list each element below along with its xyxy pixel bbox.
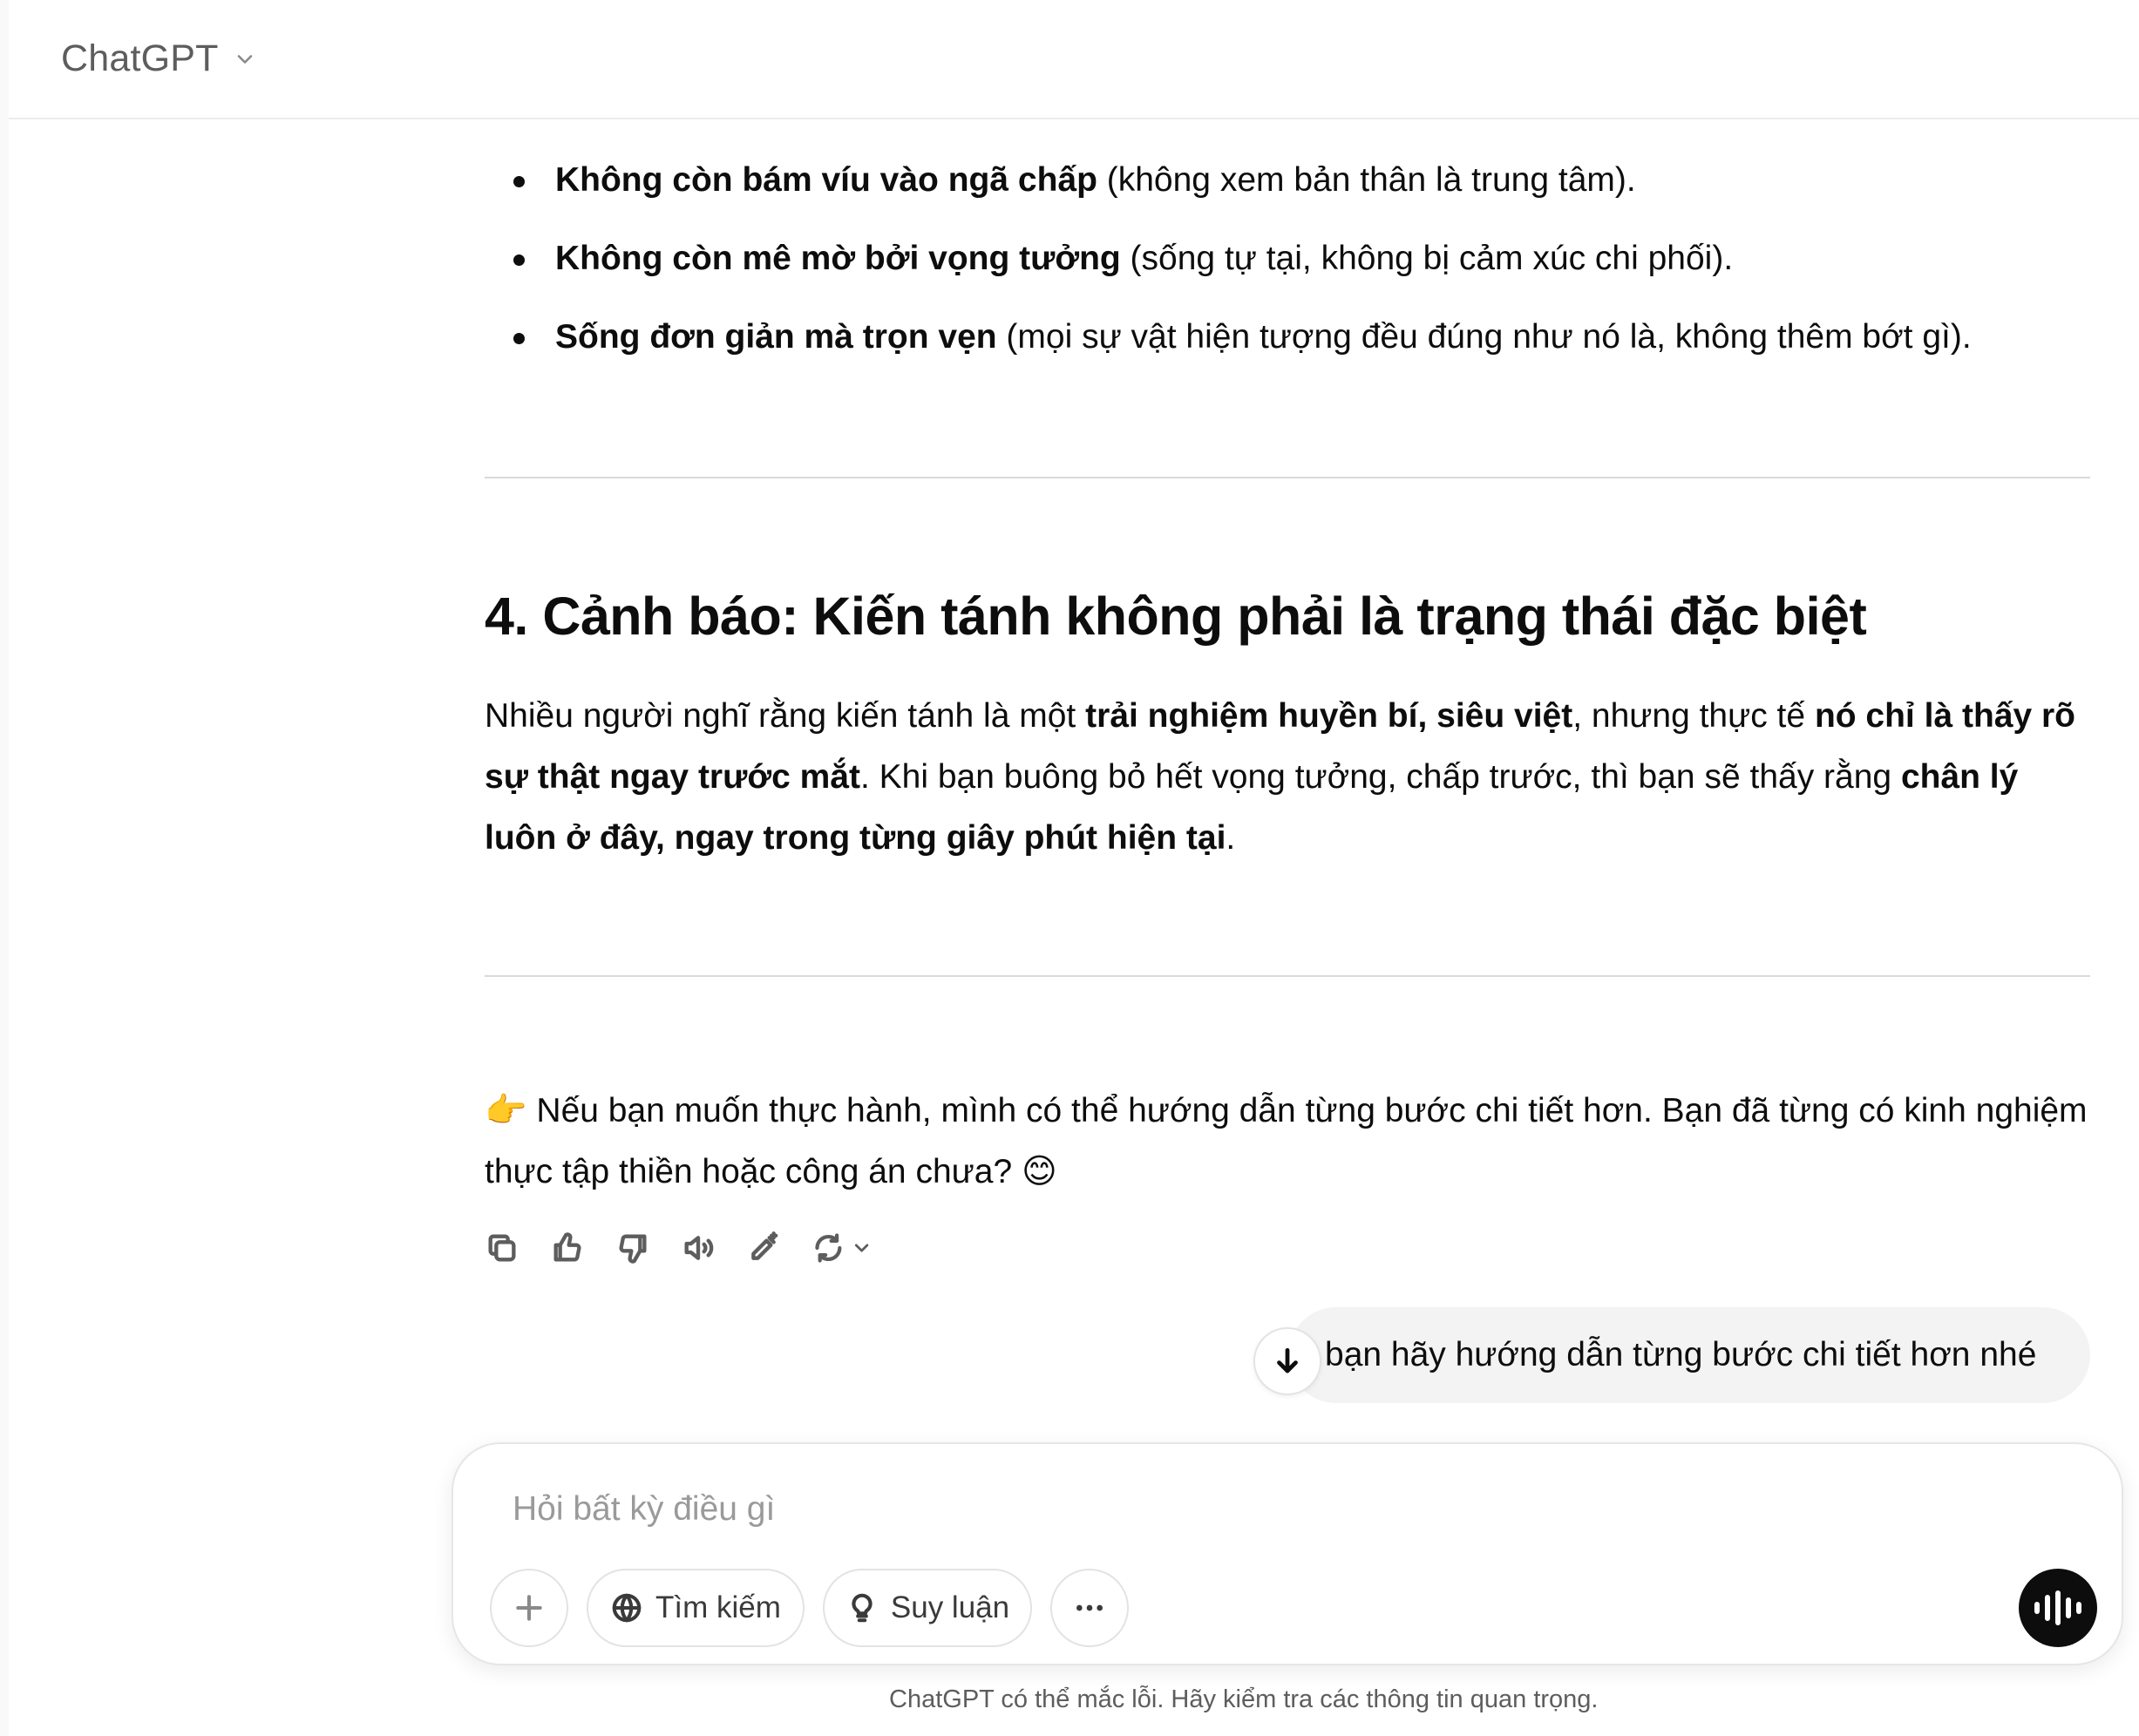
bullet-list: Không còn bám víu vào ngã chấp (không xe… [485,154,2090,390]
bold-text: Không còn mê mờ bởi vọng tưởng [555,240,1121,277]
bold-text: Sống đơn giản mà trọn vẹn [555,318,997,356]
search-button[interactable]: Tìm kiếm [587,1569,805,1647]
message-composer: Tìm kiếm Suy luận [452,1442,2123,1665]
waveform-icon [2032,1590,2084,1625]
arrow-down-icon [1277,1347,1298,1373]
attach-button[interactable] [490,1569,568,1647]
divider [485,975,2090,977]
bullet-dot [513,254,525,266]
regenerate-button[interactable] [811,1231,873,1265]
copy-button[interactable] [485,1231,519,1265]
voice-mode-button[interactable] [2019,1569,2097,1647]
thumbs-down-icon [619,1234,647,1264]
sidebar-edge [0,0,9,1736]
body-text: (mọi sự vật hiện tượng đều đúng như nó l… [996,318,1972,356]
edit-canvas-button[interactable] [746,1231,781,1265]
read-aloud-button[interactable] [681,1231,716,1265]
body-text: Nhiều người nghĩ rằng kiến tánh là một [485,697,1086,735]
divider [485,477,2090,478]
globe-icon [612,1593,642,1623]
prompt-input[interactable] [513,1479,1994,1540]
reason-button[interactable]: Suy luận [823,1569,1032,1647]
bullet-dot [513,176,525,187]
user-message-text: bạn hãy hướng dẫn từng bước chi tiết hơn… [1325,1336,2037,1373]
more-tools-button[interactable] [1050,1569,1129,1647]
scroll-to-bottom-button[interactable] [1253,1327,1321,1395]
bullet-dot [513,333,525,344]
search-label: Tìm kiếm [655,1590,781,1624]
refresh-icon [815,1233,842,1263]
disclaimer-text: ChatGPT có thể mắc lỗi. Hãy kiểm tra các… [889,1685,1599,1713]
pencil-sparkle-icon [751,1231,778,1260]
list-item: Không còn mê mờ bởi vọng tưởng (sống tự … [485,233,2090,285]
message-actions [485,1231,873,1265]
reason-label: Suy luận [890,1590,1010,1624]
chevron-down-icon [854,1244,869,1252]
copy-icon [488,1234,516,1262]
chat-page: ChatGPT Không còn bám víu vào ngã chấp (… [0,0,2139,1736]
body-text: . Khi bạn buông bỏ hết vọng tưởng, chấp … [859,758,1901,796]
pointing-hand-icon: 👉 [485,1092,527,1129]
thumbs-up-button[interactable] [550,1231,585,1265]
body-text: . [1226,819,1236,857]
thumbs-up-icon [553,1232,581,1262]
model-name: ChatGPT [61,37,219,79]
body-text: , nhưng thực tế [1572,697,1815,735]
more-horizontal-icon [1076,1604,1103,1611]
model-selector[interactable]: ChatGPT [61,37,257,80]
section-heading: 4. Cảnh báo: Kiến tánh không phải là trạ… [485,587,1867,646]
speaker-icon [684,1236,714,1260]
section-paragraph: Nhiều người nghĩ rằng kiến tánh là một t… [485,686,2090,869]
list-item: Không còn bám víu vào ngã chấp (không xe… [485,154,2090,207]
body-text: (không xem bản thân là trung tâm). [1097,161,1636,199]
plus-icon [516,1595,542,1621]
bold-text: trải nghiệm huyền bí, siêu việt [1085,697,1573,735]
body-text: Nếu bạn muốn thực hành, mình có thể hướn… [485,1092,2088,1190]
list-item: Sống đơn giản mà trọn vẹn (mọi sự vật hi… [485,311,2090,363]
user-message-bubble: bạn hãy hướng dẫn từng bước chi tiết hơn… [1288,1307,2090,1403]
body-text: (sống tự tại, không bị cảm xúc chi phối)… [1120,240,1734,277]
chevron-down-icon [237,54,252,64]
bold-text: Không còn bám víu vào ngã chấp [555,161,1097,199]
top-header: ChatGPT [9,0,2139,119]
smile-icon: 😊 [1021,1153,1057,1190]
closing-paragraph: 👉 Nếu bạn muốn thực hành, mình có thể hư… [485,1081,2090,1203]
lightbulb-icon [852,1593,873,1623]
thumbs-down-button[interactable] [615,1231,650,1265]
